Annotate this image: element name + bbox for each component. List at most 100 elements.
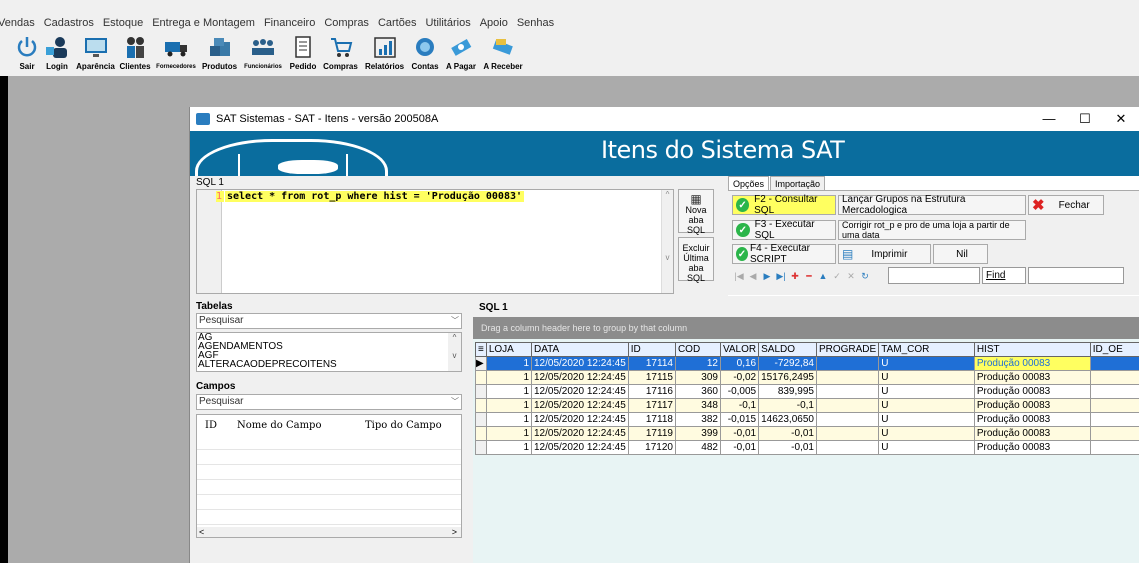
cell-tam_cor[interactable]: U xyxy=(878,356,975,371)
cell-hist[interactable]: Produção 00083 xyxy=(973,426,1091,441)
cell-saldo[interactable]: 839,995 xyxy=(758,384,817,399)
cell-id_oe[interactable] xyxy=(1089,426,1139,441)
cell-saldo[interactable]: -0,01 xyxy=(758,440,817,455)
cell-saldo[interactable]: -7292,84 xyxy=(758,356,817,371)
cell-data[interactable]: 12/05/2020 12:24:45 xyxy=(531,398,629,413)
row-indicator[interactable] xyxy=(475,370,487,385)
find-value-input[interactable] xyxy=(1028,267,1124,284)
cell-hist[interactable]: Produção 00083 xyxy=(973,412,1091,427)
tab-sql-1[interactable]: SQL 1 xyxy=(196,177,224,188)
cell-valor[interactable]: -0,1 xyxy=(719,398,760,413)
cell-id[interactable]: 17116 xyxy=(627,384,676,399)
executar-script-button[interactable]: ✓ F4 - Executar SCRIPT xyxy=(732,243,836,265)
edit-record-icon[interactable]: ▲ xyxy=(816,271,830,281)
menu-item-compras[interactable]: Compras xyxy=(320,15,374,31)
close-button[interactable]: ✕ xyxy=(1103,107,1139,131)
row-indicator[interactable] xyxy=(475,398,487,413)
cell-tam_cor[interactable]: U xyxy=(878,426,975,441)
menu-item-senhas[interactable]: Senhas xyxy=(513,15,559,31)
toolbar-pedido-button[interactable]: Pedido xyxy=(286,31,320,76)
menu-item-apoio[interactable]: Apoio xyxy=(476,15,513,31)
grid-row-indicator-header[interactable]: ≡ xyxy=(475,342,487,357)
row-indicator[interactable] xyxy=(475,412,487,427)
cell-valor[interactable]: -0,01 xyxy=(719,426,760,441)
row-indicator[interactable] xyxy=(475,426,487,441)
cell-cod[interactable]: 360 xyxy=(674,384,721,399)
last-record-icon[interactable]: ▶| xyxy=(774,271,788,282)
sql-editor[interactable]: 1 select * from rot_p where hist = 'Prod… xyxy=(196,189,674,294)
sql-line[interactable]: select * from rot_p where hist = 'Produç… xyxy=(225,191,525,202)
toolbar-a-receber-button[interactable]: A Receber xyxy=(480,31,526,76)
toolbar-relatórios-button[interactable]: Relatórios xyxy=(361,31,408,76)
table-list-item[interactable]: ALTERACAODEPRECOITENS xyxy=(198,360,461,370)
cell-saldo[interactable]: 14623,0650 xyxy=(758,412,817,427)
cell-cod[interactable]: 309 xyxy=(674,370,721,385)
cell-cod[interactable]: 382 xyxy=(674,412,721,427)
toolbar-clientes-button[interactable]: Clientes xyxy=(117,31,153,76)
next-record-icon[interactable]: ▶ xyxy=(760,271,774,282)
chevron-down-icon[interactable]: ﹀ xyxy=(451,314,459,328)
cell-saldo[interactable]: 15176,2495 xyxy=(758,370,817,385)
cell-id[interactable]: 17117 xyxy=(627,398,676,413)
row-indicator[interactable]: ▶ xyxy=(475,356,487,371)
column-header-cod[interactable]: COD xyxy=(674,342,721,357)
toolbar-fornecedores-button[interactable]: Fornecedores xyxy=(153,31,199,76)
minimize-button[interactable]: — xyxy=(1031,107,1067,131)
cell-id_oe[interactable] xyxy=(1089,398,1139,413)
cell-prograde[interactable] xyxy=(815,356,880,371)
cell-tam_cor[interactable]: U xyxy=(878,412,975,427)
column-header-data[interactable]: DATA xyxy=(531,342,629,357)
cancel-record-icon[interactable]: ✕ xyxy=(844,271,858,282)
post-record-icon[interactable]: ✓ xyxy=(830,271,844,282)
results-grid[interactable]: ≡ LOJA DATA ID COD VALOR SALDO PROGRADE TAM_COR H… xyxy=(475,342,1139,455)
cell-tam_cor[interactable]: U xyxy=(878,398,975,413)
editor-scrollbar[interactable]: ^ v xyxy=(661,190,673,293)
cell-saldo[interactable]: -0,1 xyxy=(758,398,817,413)
toolbar-aparência-button[interactable]: Aparência xyxy=(74,31,117,76)
lancar-grupos-button[interactable]: Lançar Grupos na Estrutura Mercadologica xyxy=(838,194,1026,216)
tabelas-search[interactable]: Pesquisar ﹀ xyxy=(196,313,462,329)
cell-loja[interactable]: 1 xyxy=(485,370,533,385)
nil-button[interactable]: Nil xyxy=(933,244,988,264)
cell-loja[interactable]: 1 xyxy=(485,398,533,413)
row-indicator[interactable] xyxy=(475,384,487,399)
cell-data[interactable]: 12/05/2020 12:24:45 xyxy=(531,370,629,385)
column-header-saldo[interactable]: SALDO xyxy=(758,342,817,357)
cell-loja[interactable]: 1 xyxy=(485,440,533,455)
cell-loja[interactable]: 1 xyxy=(485,426,533,441)
cell-loja[interactable]: 1 xyxy=(485,412,533,427)
cell-hist[interactable]: Produção 00083 xyxy=(973,356,1091,371)
toolbar-login-button[interactable]: Login xyxy=(40,31,74,76)
table-row[interactable]: 1 12/05/2020 12:24:45 17117 348 -0,1 -0,1 U Pro… xyxy=(475,398,1139,413)
chevron-down-icon[interactable]: ﹀ xyxy=(451,395,459,409)
cell-id[interactable]: 17118 xyxy=(627,412,676,427)
cell-tam_cor[interactable]: U xyxy=(878,440,975,455)
cell-cod[interactable]: 12 xyxy=(674,356,721,371)
cell-id_oe[interactable] xyxy=(1089,440,1139,455)
cell-prograde[interactable] xyxy=(815,370,880,385)
cell-valor[interactable]: -0,005 xyxy=(719,384,760,399)
toolbar-contas-button[interactable]: Contas xyxy=(408,31,442,76)
cell-id[interactable]: 17115 xyxy=(627,370,676,385)
cell-prograde[interactable] xyxy=(815,426,880,441)
cell-tam_cor[interactable]: U xyxy=(878,384,975,399)
column-header-loja[interactable]: LOJA xyxy=(485,342,533,357)
cell-data[interactable]: 12/05/2020 12:24:45 xyxy=(531,412,629,427)
new-sql-tab-button[interactable]: ▦ Nova aba SQL xyxy=(678,189,714,235)
cell-hist[interactable]: Produção 00083 xyxy=(973,370,1091,385)
first-record-icon[interactable]: |◀ xyxy=(732,271,746,282)
table-row[interactable]: 1 12/05/2020 12:24:45 17119 399 -0,01 -0,01 U P… xyxy=(475,426,1139,441)
cell-id[interactable]: 17120 xyxy=(627,440,676,455)
toolbar-compras-button[interactable]: Compras xyxy=(320,31,361,76)
table-row[interactable]: ▶ 1 12/05/2020 12:24:45 17114 12 0,16 -7292,84… xyxy=(475,356,1139,371)
group-by-bar[interactable]: Drag a column header here to group by th… xyxy=(473,317,1139,339)
cell-loja[interactable]: 1 xyxy=(485,356,533,371)
menu-item-estoque[interactable]: Estoque xyxy=(99,15,148,31)
cell-data[interactable]: 12/05/2020 12:24:45 xyxy=(531,356,629,371)
table-row[interactable]: 1 12/05/2020 12:24:45 17120 482 -0,01 -0,01 U P… xyxy=(475,440,1139,455)
cell-prograde[interactable] xyxy=(815,398,880,413)
imprimir-button[interactable]: ▤ Imprimir xyxy=(838,244,931,264)
tabelas-scrollbar[interactable]: ^ v xyxy=(448,333,461,371)
cell-hist[interactable]: Produção 00083 xyxy=(973,398,1091,413)
cell-prograde[interactable] xyxy=(815,440,880,455)
